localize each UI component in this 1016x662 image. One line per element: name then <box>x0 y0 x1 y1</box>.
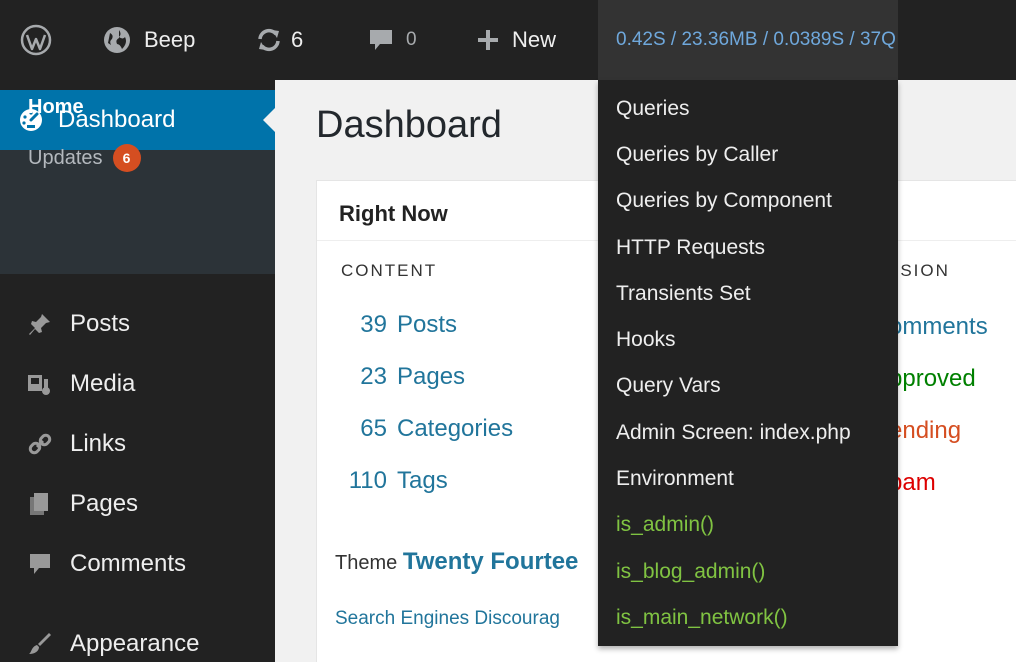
stat-label: Posts <box>397 311 458 338</box>
submenu-home[interactable]: Home <box>28 96 84 119</box>
menu-label: Appearance <box>70 630 200 657</box>
search-engines-link[interactable]: Search Engines Discourag <box>335 608 560 630</box>
qm-item-is-admin[interactable]: is_admin() <box>616 513 714 537</box>
discussion-approved[interactable]: pproved <box>889 365 976 393</box>
updates-menu[interactable]: 6 <box>255 0 303 80</box>
stat-categories[interactable]: 65 Categories <box>317 415 513 443</box>
stat-number: 65 <box>360 415 387 442</box>
qm-item-queries-by-caller[interactable]: Queries by Caller <box>616 143 778 167</box>
comments-count: 0 <box>406 29 417 50</box>
comments-menu[interactable]: 0 <box>368 0 417 80</box>
plus-icon <box>476 28 500 52</box>
site-name-menu[interactable]: Beep <box>102 0 195 80</box>
stat-tags[interactable]: 110 Tags <box>317 467 448 495</box>
wp-logo-menu[interactable] <box>20 0 52 80</box>
menu-links[interactable]: Links <box>0 416 275 472</box>
qm-item-admin-screen[interactable]: Admin Screen: index.php <box>616 421 851 445</box>
query-monitor-stats: 0.42S / 23.36MB / 0.0389S / 37Q <box>616 29 896 50</box>
page-title: Dashboard <box>316 104 502 146</box>
updates-count-badge: 6 <box>112 144 141 172</box>
stat-posts[interactable]: 39 Posts <box>317 311 457 339</box>
stat-label: Pages <box>397 363 466 390</box>
stat-pages[interactable]: 23 Pages <box>317 363 465 391</box>
wordpress-logo-icon <box>20 24 52 56</box>
qm-item-environment[interactable]: Environment <box>616 467 734 491</box>
submenu-updates-label: Updates <box>28 146 103 169</box>
query-monitor-dropdown: Queries Queries by Caller Queries by Com… <box>598 80 898 646</box>
discussion-comments[interactable]: omments <box>889 313 988 341</box>
pages-icon <box>24 490 56 518</box>
updates-count: 6 <box>291 27 304 52</box>
theme-name-link[interactable]: Twenty Fourtee <box>403 548 579 575</box>
qm-item-is-blog-admin[interactable]: is_blog_admin() <box>616 560 765 584</box>
menu-label: Media <box>70 370 136 397</box>
stat-number: 110 <box>348 467 387 494</box>
pin-icon <box>24 310 56 338</box>
current-menu-arrow <box>263 108 275 132</box>
comment-bubble-icon <box>368 27 394 53</box>
comment-icon <box>24 550 56 578</box>
new-label: New <box>512 27 557 52</box>
globe-icon <box>102 25 132 55</box>
menu-label: Comments <box>70 550 187 577</box>
link-icon <box>24 430 56 458</box>
refresh-icon <box>255 26 283 54</box>
qm-item-queries-by-component[interactable]: Queries by Component <box>616 189 832 213</box>
theme-line: Theme Twenty Fourtee <box>335 548 578 576</box>
media-icon <box>24 370 56 398</box>
qm-item-http-requests[interactable]: HTTP Requests <box>616 236 765 260</box>
menu-appearance[interactable]: Appearance <box>0 616 275 662</box>
stat-label: Tags <box>397 467 448 494</box>
stat-number: 39 <box>360 311 387 338</box>
content-heading: CONTENT <box>341 261 438 280</box>
discussion-pending[interactable]: ending <box>889 417 961 445</box>
admin-bar: Beep 6 0 New 0.42S / 23.36MB / 0.0389S /… <box>0 0 1016 80</box>
brush-icon <box>24 630 56 658</box>
submenu-updates[interactable]: Updates 6 <box>28 144 141 172</box>
menu-label: Pages <box>70 490 139 517</box>
menu-posts[interactable]: Posts <box>0 296 275 352</box>
site-name: Beep <box>144 27 196 52</box>
qm-item-transients-set[interactable]: Transients Set <box>616 282 751 306</box>
menu-media[interactable]: Media <box>0 356 275 412</box>
qm-item-is-main-network[interactable]: is_main_network() <box>616 606 788 630</box>
menu-pages[interactable]: Pages <box>0 476 275 532</box>
stat-label: Categories <box>397 415 514 442</box>
qm-item-hooks[interactable]: Hooks <box>616 328 676 352</box>
menu-label: Posts <box>70 310 131 337</box>
qm-item-queries[interactable]: Queries <box>616 97 690 121</box>
menu-label: Links <box>70 430 127 457</box>
query-monitor-menu[interactable]: 0.42S / 23.36MB / 0.0389S / 37Q <box>598 0 898 80</box>
new-content-menu[interactable]: New <box>476 0 556 80</box>
qm-item-query-vars[interactable]: Query Vars <box>616 374 721 398</box>
menu-comments[interactable]: Comments <box>0 536 275 592</box>
stat-number: 23 <box>360 363 387 390</box>
theme-prefix: Theme <box>335 552 398 574</box>
